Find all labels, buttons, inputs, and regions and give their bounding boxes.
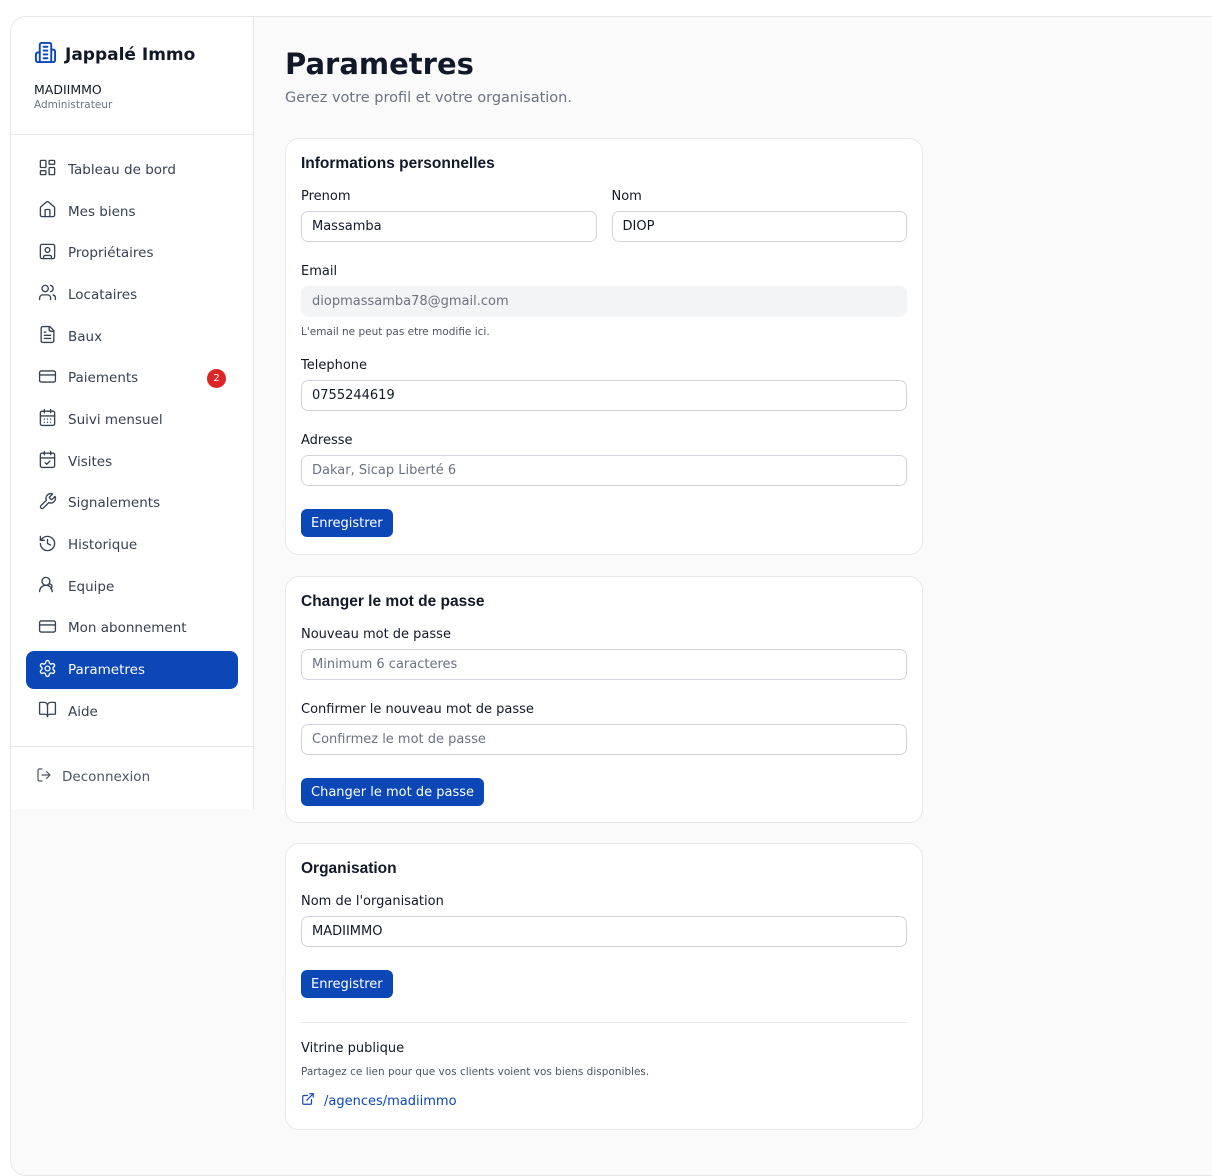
first-name-field[interactable] (301, 211, 597, 242)
new-password-field[interactable] (301, 649, 907, 680)
brand-header: Jappalé Immo MADIIMMO Administrateur (11, 17, 253, 135)
building-icon (34, 41, 57, 68)
sidebar-item-label: Suivi mensuel (68, 411, 163, 428)
credit-card-icon (38, 367, 68, 390)
dashboard-icon (38, 158, 68, 181)
change-password-button[interactable]: Changer le mot de passe (301, 778, 484, 806)
logout-icon (36, 767, 62, 787)
address-label: Adresse (301, 433, 353, 448)
card-title: Organisation (301, 860, 397, 877)
sidebar-item-label: Historique (68, 537, 138, 554)
org-name-label: Nom de l'organisation (301, 894, 444, 909)
sidebar-item-label: Tableau de bord (68, 161, 176, 178)
sidebar-item-label: Propriétaires (68, 245, 154, 262)
calendar-check-icon (38, 450, 68, 473)
sidebar-item-label: Signalements (68, 495, 161, 512)
save-profile-button[interactable]: Enregistrer (301, 509, 393, 537)
confirm-password-label: Confirmer le nouveau mot de passe (301, 702, 534, 717)
address-field[interactable] (301, 455, 907, 486)
confirm-password-field[interactable] (301, 724, 907, 755)
sidebar-item-parametres[interactable]: Parametres (26, 651, 238, 689)
sidebar-item-locataires[interactable]: Locataires (26, 276, 238, 314)
external-link-icon (301, 1092, 324, 1110)
page-subtitle: Gerez votre profil et votre organisation… (285, 90, 572, 106)
org-name: MADIIMMO (34, 82, 102, 97)
email-label: Email (301, 264, 338, 279)
sidebar-item-label: Equipe (68, 578, 115, 595)
last-name-label: Nom (611, 189, 642, 204)
home-icon (38, 200, 68, 223)
vitrine-description: Partagez ce lien pour que vos clients vo… (301, 1066, 650, 1078)
new-password-label: Nouveau mot de passe (301, 627, 451, 642)
email-hint: L'email ne peut pas etre modifie ici. (301, 326, 490, 338)
organisation-card: Organisation Nom de l'organisation Enreg… (285, 843, 923, 1130)
brand-row[interactable]: Jappalé Immo (34, 41, 253, 68)
sidebar-item-label: Baux (68, 328, 103, 345)
sidebar-item-mes-biens[interactable]: Mes biens (26, 193, 238, 231)
page-title: Parametres (285, 47, 474, 81)
card-title: Informations personnelles (301, 155, 495, 172)
sidebar-item-proprietaires[interactable]: Propriétaires (26, 234, 238, 272)
card-title: Changer le mot de passe (301, 593, 485, 610)
sidebar-item-label: Mes biens (68, 203, 136, 220)
sidebar-item-label: Parametres (68, 662, 145, 679)
brand-name: Jappalé Immo (65, 44, 196, 65)
user-role: Administrateur (34, 99, 113, 111)
sidebar-item-tableau-de-bord[interactable]: Tableau de bord (26, 151, 238, 189)
phone-field[interactable] (301, 380, 907, 411)
email-field (301, 286, 907, 317)
password-card: Changer le mot de passe Nouveau mot de p… (285, 576, 923, 823)
team-icon (38, 575, 68, 598)
notification-badge: 2 (207, 369, 226, 389)
sidebar-item-label: Locataires (68, 286, 138, 303)
logout-label: Deconnexion (62, 769, 151, 785)
history-icon (38, 534, 68, 557)
divider (301, 1022, 907, 1023)
sidebar-item-visites[interactable]: Visites (26, 443, 238, 481)
sidebar: Jappalé Immo MADIIMMO Administrateur Tab… (11, 17, 254, 809)
sidebar-item-mon-abonnement[interactable]: Mon abonnement (26, 610, 238, 648)
calendar-grid-icon (38, 408, 68, 431)
book-icon (38, 700, 68, 723)
phone-label: Telephone (301, 358, 368, 373)
logout-button[interactable]: Deconnexion (11, 759, 253, 795)
first-name-label: Prenom (301, 189, 351, 204)
gear-icon (38, 659, 68, 682)
vitrine-link[interactable]: /agences/madiimmo (301, 1092, 907, 1110)
users-icon (38, 283, 68, 306)
sidebar-item-historique[interactable]: Historique (26, 526, 238, 564)
credit-card-icon (38, 617, 68, 640)
sidebar-item-equipe[interactable]: Equipe (26, 568, 238, 606)
vitrine-title: Vitrine publique (301, 1041, 405, 1056)
sidebar-item-label: Aide (68, 703, 98, 720)
sidebar-item-label: Visites (68, 453, 113, 470)
vitrine-link-label: /agences/madiimmo (324, 1093, 457, 1109)
main-content: Parametres Gerez votre profil et votre o… (285, 17, 925, 1130)
sidebar-nav: Tableau de bord Mes biens Propriétaires … (11, 135, 253, 747)
sidebar-item-aide[interactable]: Aide (26, 693, 238, 731)
sidebar-item-suivi-mensuel[interactable]: Suivi mensuel (26, 401, 238, 439)
personal-info-card: Informations personnelles Prenom Nom Ema… (285, 138, 923, 555)
sidebar-item-label: Paiements (68, 370, 139, 387)
org-name-field[interactable] (301, 916, 907, 947)
last-name-field[interactable] (611, 211, 907, 242)
app-window: Jappalé Immo MADIIMMO Administrateur Tab… (10, 16, 1212, 1176)
document-icon (38, 325, 68, 348)
save-organisation-button[interactable]: Enregistrer (301, 970, 393, 998)
owner-card-icon (38, 242, 68, 265)
sidebar-item-paiements[interactable]: Paiements 2 (26, 359, 238, 397)
wrench-icon (38, 492, 68, 515)
sidebar-item-label: Mon abonnement (68, 620, 187, 637)
sidebar-item-baux[interactable]: Baux (26, 318, 238, 356)
sidebar-item-signalements[interactable]: Signalements (26, 485, 238, 523)
